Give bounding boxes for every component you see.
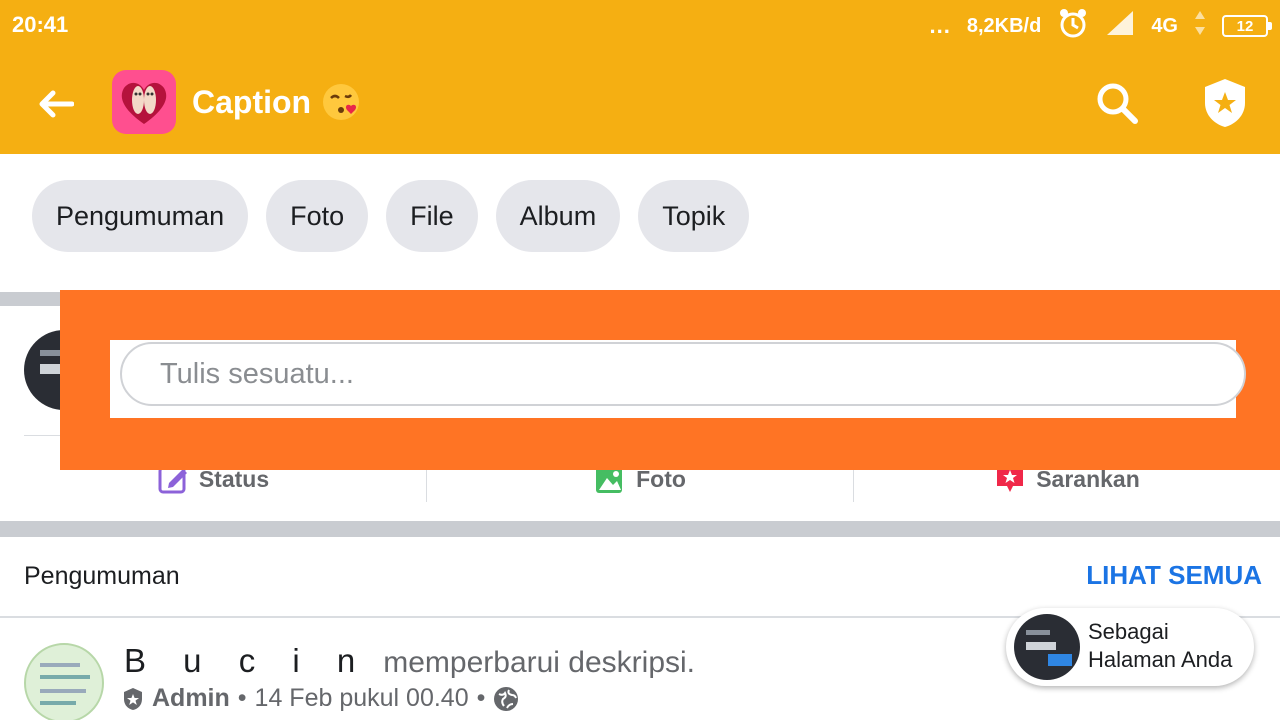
post-role: Admin — [152, 684, 230, 712]
meta-separator: • — [237, 684, 247, 712]
page-pill-line2: Halaman Anda — [1088, 647, 1233, 672]
status-time: 20:41 — [12, 12, 69, 37]
page-avatar — [1014, 614, 1080, 680]
chip-foto[interactable]: Foto — [266, 180, 369, 252]
search-icon — [1097, 83, 1138, 124]
signal-icon — [1105, 9, 1135, 43]
shield-star-icon — [1205, 79, 1245, 127]
group-title[interactable]: Caption — [192, 82, 361, 122]
admin-badge-icon — [124, 687, 142, 710]
status-bar: 20:41 ... 8,2KB/d 4G 12 — [0, 0, 1280, 52]
section-title: Pengumuman — [24, 562, 180, 590]
see-all-link[interactable]: LIHAT SEMUA — [1086, 560, 1262, 591]
globe-icon — [494, 686, 519, 711]
status-more-dots: ... — [929, 13, 951, 38]
data-arrows-icon — [1194, 9, 1206, 43]
page-pill-text: Sebagai Halaman Anda — [1088, 618, 1232, 674]
divider — [0, 521, 1280, 537]
battery-icon: 12 — [1222, 15, 1272, 37]
post-action-text: memperbarui deskripsi. — [383, 646, 696, 679]
meta-separator: • — [476, 684, 486, 712]
chip-topik[interactable]: Topik — [638, 180, 750, 252]
chip-album[interactable]: Album — [495, 180, 621, 252]
alarm-icon — [1057, 7, 1089, 45]
status-indicators: ... 8,2KB/d 4G 12 — [929, 7, 1272, 45]
search-button[interactable] — [1090, 76, 1144, 130]
chip-pengumuman[interactable]: Pengumuman — [32, 180, 249, 252]
back-button[interactable] — [30, 78, 82, 130]
post-author-avatar[interactable] — [24, 643, 104, 720]
network-type: 4G — [1151, 14, 1178, 37]
post-meta: Admin • 14 Feb pukul 00.40 • — [122, 684, 519, 713]
post-time[interactable]: 14 Feb pukul 00.40 — [255, 684, 469, 713]
post-input-container — [110, 340, 1246, 418]
network-speed: 8,2KB/d — [966, 14, 1042, 37]
app-bar: Caption — [0, 52, 1280, 154]
section-chips: Pengumuman Foto File Album Topik — [32, 180, 750, 252]
post-headline: B u c i n memperbarui deskripsi. — [124, 642, 695, 680]
post-author-name[interactable]: B u c i n — [124, 642, 369, 680]
chip-file[interactable]: File — [386, 180, 478, 252]
battery-level: 12 — [1236, 17, 1254, 35]
post-as-page-switch[interactable]: Sebagai Halaman Anda — [1006, 608, 1254, 686]
page-pill-line1: Sebagai — [1088, 619, 1169, 644]
group-avatar[interactable] — [112, 70, 176, 134]
admin-tools-button[interactable] — [1198, 74, 1252, 132]
group-name: Caption — [192, 83, 312, 120]
post-input[interactable] — [120, 342, 1246, 406]
back-arrow-icon — [39, 90, 74, 118]
kiss-emoji-icon — [321, 82, 361, 122]
